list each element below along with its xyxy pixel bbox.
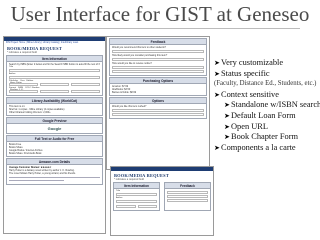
oclc-field[interactable] bbox=[71, 90, 100, 93]
bullet-item: ➤ Context sensitive bbox=[214, 90, 320, 101]
library-availability-panel: Library Availability (WorldCat) This ite… bbox=[6, 97, 103, 116]
publisher-label: Publisher bbox=[9, 80, 19, 82]
feedback-question-1: Would you recommend this item to other s… bbox=[112, 46, 166, 49]
item-information-panel-alt: Item Information Title Author bbox=[113, 182, 160, 211]
amazon-text-line bbox=[9, 177, 100, 178]
title-field[interactable]: Harry Potter bbox=[9, 69, 100, 84]
item-information-panel: Item Information Search by ISBN (Enter i… bbox=[6, 55, 103, 96]
bullet-text: Book Chapter Form bbox=[231, 132, 298, 142]
options-panel: Options Would you like this item rushed? bbox=[109, 97, 207, 119]
arrow-bullet-icon: ➤ bbox=[224, 101, 230, 110]
title-label-alt: Title bbox=[116, 190, 121, 192]
sub-bullet-item: ➤ Default Loan Form bbox=[214, 111, 320, 122]
feedback-panel: Feedback Would you recommend this item t… bbox=[109, 38, 207, 76]
feedback-select-1[interactable] bbox=[112, 50, 204, 53]
year-field-alt[interactable] bbox=[137, 205, 157, 208]
arrow-bullet-icon: ➤ bbox=[214, 59, 220, 67]
feedback-select-alt-2[interactable] bbox=[167, 195, 208, 198]
oclc-label: OCLC Number bbox=[25, 87, 40, 89]
rush-select[interactable] bbox=[112, 109, 204, 112]
publisher-field-alt[interactable] bbox=[116, 205, 136, 208]
author-field-alt[interactable] bbox=[116, 200, 157, 203]
sub-bullet-item: ➤ Standalone w/ISBN search bbox=[214, 100, 320, 111]
isbn-search-note: Search by ISBN (Enter it below and hit t… bbox=[9, 63, 100, 66]
bullet-item: ➤ Components a la carte bbox=[214, 143, 320, 154]
bullet-text: Standalone w/ISBN search bbox=[231, 100, 320, 110]
amazon-text-line bbox=[9, 180, 64, 181]
notes-field[interactable] bbox=[112, 113, 204, 116]
arrow-bullet-icon: ➤ bbox=[224, 122, 230, 131]
bullet-text: Default Loan Form bbox=[231, 110, 296, 120]
edition-field[interactable] bbox=[71, 83, 100, 86]
bullet-text: Context sensitive bbox=[221, 89, 279, 99]
screenshot-request-form: IDS Project Home | Milne Library | Libra… bbox=[3, 36, 106, 234]
bullet-text: Very customizable bbox=[221, 58, 284, 67]
feedback-select-alt-1[interactable] bbox=[167, 191, 208, 194]
screenshot-request-form-alt: BOOK/MEDIA REQUEST * indicates a require… bbox=[110, 166, 214, 236]
bullet-text: (Faculty, Distance Ed., Students, etc.) bbox=[214, 80, 317, 88]
required-note: * indicates a required field bbox=[7, 51, 37, 54]
form-brand-title-alt: BOOK/MEDIA REQUEST bbox=[114, 173, 169, 178]
title-label: Title bbox=[9, 66, 14, 68]
author-field[interactable]: Rowling, J. K. bbox=[9, 76, 100, 91]
bullet-item: ➤ Status specific bbox=[214, 69, 320, 80]
sub-bullet-item: ➤ Book Chapter Form bbox=[214, 132, 320, 143]
author-label-alt: Author bbox=[116, 197, 123, 199]
publisher-field[interactable] bbox=[9, 83, 38, 86]
format-select[interactable] bbox=[9, 90, 38, 93]
sub-bullet-item: ➤ Open URL bbox=[214, 122, 320, 133]
arrow-bullet-icon: ➤ bbox=[214, 69, 220, 78]
arrow-bullet-icon: ➤ bbox=[224, 111, 230, 120]
year-label: Year bbox=[20, 80, 25, 82]
form-brand-title: BOOK/MEDIA REQUEST bbox=[7, 46, 62, 51]
year-field[interactable] bbox=[40, 83, 69, 86]
feedback-select-3[interactable] bbox=[112, 66, 204, 69]
edition-label: Edition bbox=[26, 80, 34, 82]
feedback-question-3: How would you like to receive notice? bbox=[112, 62, 152, 65]
feedback-select-alt-3[interactable] bbox=[167, 199, 208, 202]
bullet-text: Open URL bbox=[231, 121, 268, 131]
feedback-select-2[interactable] bbox=[112, 58, 204, 61]
title-field-alt[interactable] bbox=[116, 193, 157, 196]
feature-bullet-list: ➤ Very customizable ➤ Status specific (Fac… bbox=[214, 58, 320, 153]
purchase-option-3[interactable]: Barnes & Noble: $8.99 bbox=[112, 91, 204, 94]
rush-question: Would you like this item rushed? bbox=[112, 105, 147, 108]
format-label: Format bbox=[9, 87, 16, 89]
title-divider bbox=[20, 28, 300, 29]
google-logo[interactable]: Google bbox=[7, 124, 102, 133]
bullet-text: Components a la carte bbox=[221, 142, 296, 152]
isbn-field[interactable] bbox=[40, 90, 69, 93]
screenshot-feedback-options: Feedback Would you recommend this item t… bbox=[106, 36, 210, 170]
feedback-question-2: How likely would you consider purchasing… bbox=[112, 54, 168, 57]
author-label: Author bbox=[9, 73, 16, 75]
feedback-select-4[interactable] bbox=[112, 70, 204, 73]
slide-title: User Interface for GIST at Geneseo bbox=[10, 2, 310, 26]
availability-line-3[interactable]: Other libraries holding this item: 2,000… bbox=[9, 111, 100, 114]
bullet-subnote: (Faculty, Distance Ed., Students, etc.) bbox=[214, 79, 320, 90]
fulltext-link-4[interactable]: Books Share: Find Audio Book bbox=[9, 152, 100, 155]
amazon-line-2: The novel follows Harry Potter, a young … bbox=[9, 172, 76, 175]
full-text-panel: Full Text or Audio for Free Books Free B… bbox=[6, 135, 103, 157]
google-preview-panel: Google Preview Google bbox=[6, 117, 103, 134]
isbn-label: ISBN bbox=[17, 87, 24, 89]
arrow-bullet-icon: ➤ bbox=[214, 143, 220, 152]
amazon-details-panel: Amazon.com Details Average Customer Revi… bbox=[6, 158, 103, 185]
bullet-text: Status specific bbox=[221, 68, 270, 78]
feedback-panel-alt: Feedback bbox=[164, 182, 211, 211]
arrow-bullet-icon: ➤ bbox=[224, 133, 230, 142]
bullet-item: ➤ Very customizable bbox=[214, 58, 320, 69]
purchasing-options-panel: Purchasing Options Amazon: $7.99 AbeBook… bbox=[109, 77, 207, 96]
arrow-bullet-icon: ➤ bbox=[214, 90, 220, 99]
